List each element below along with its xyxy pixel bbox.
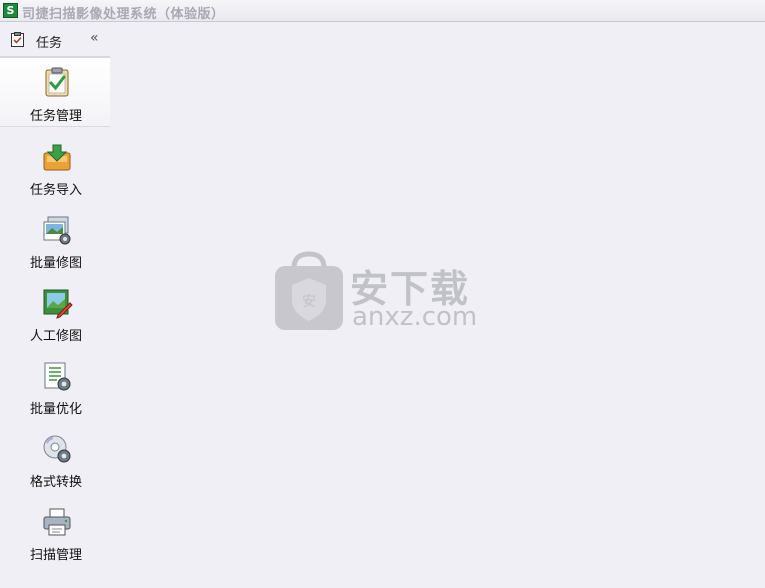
sidebar-item-label: 扫描管理 — [29, 548, 82, 563]
document-gear-icon — [44, 362, 71, 391]
sidebar: 任务 « 任务管理 任务导入 批量修图 人工修图 批量优化 格式转换 扫描管理 — [0, 23, 110, 588]
sidebar-item-task-management[interactable]: 任务管理 — [0, 57, 110, 127]
sidebar-item-format-convert[interactable]: 格式转换 — [0, 425, 110, 495]
window-title: 司捷扫描影像处理系统（体验版） — [22, 7, 225, 22]
collapse-sidebar-icon[interactable]: « — [90, 30, 99, 46]
sidebar-item-task-import[interactable]: 任务导入 — [0, 133, 110, 203]
svg-text:安: 安 — [302, 294, 316, 310]
watermark-domain: anxz.com — [352, 302, 478, 332]
sidebar-item-label: 任务导入 — [29, 183, 82, 198]
clipboard-icon — [11, 32, 24, 47]
app-logo-icon: S — [3, 3, 18, 18]
images-gear-icon — [43, 216, 71, 245]
sidebar-header-label: 任务 — [36, 36, 63, 51]
sidebar-item-label: 批量优化 — [29, 402, 82, 417]
shield-bag-icon: 安 — [275, 251, 343, 330]
title-bar[interactable]: S 司捷扫描影像处理系统（体验版） — [0, 0, 765, 22]
disc-gear-icon — [43, 435, 71, 463]
inbox-import-icon — [43, 144, 71, 171]
sidebar-item-label: 格式转换 — [29, 475, 82, 490]
sidebar-item-label: 批量修图 — [29, 256, 82, 271]
clipboard-check-icon — [45, 67, 69, 97]
sidebar-item-manual-retouch[interactable]: 人工修图 — [0, 279, 110, 349]
sidebar-item-batch-retouch[interactable]: 批量修图 — [0, 206, 110, 276]
printer-icon — [43, 508, 71, 536]
sidebar-item-batch-optimize[interactable]: 批量优化 — [0, 352, 110, 422]
sidebar-item-label: 人工修图 — [29, 329, 82, 344]
watermark: 安 安下载 anxz.com — [272, 250, 492, 335]
sidebar-item-label: 任务管理 — [29, 109, 82, 124]
picture-edit-icon — [43, 289, 73, 319]
sidebar-item-scan-management[interactable]: 扫描管理 — [0, 498, 110, 568]
sidebar-header: 任务 « — [0, 23, 110, 57]
